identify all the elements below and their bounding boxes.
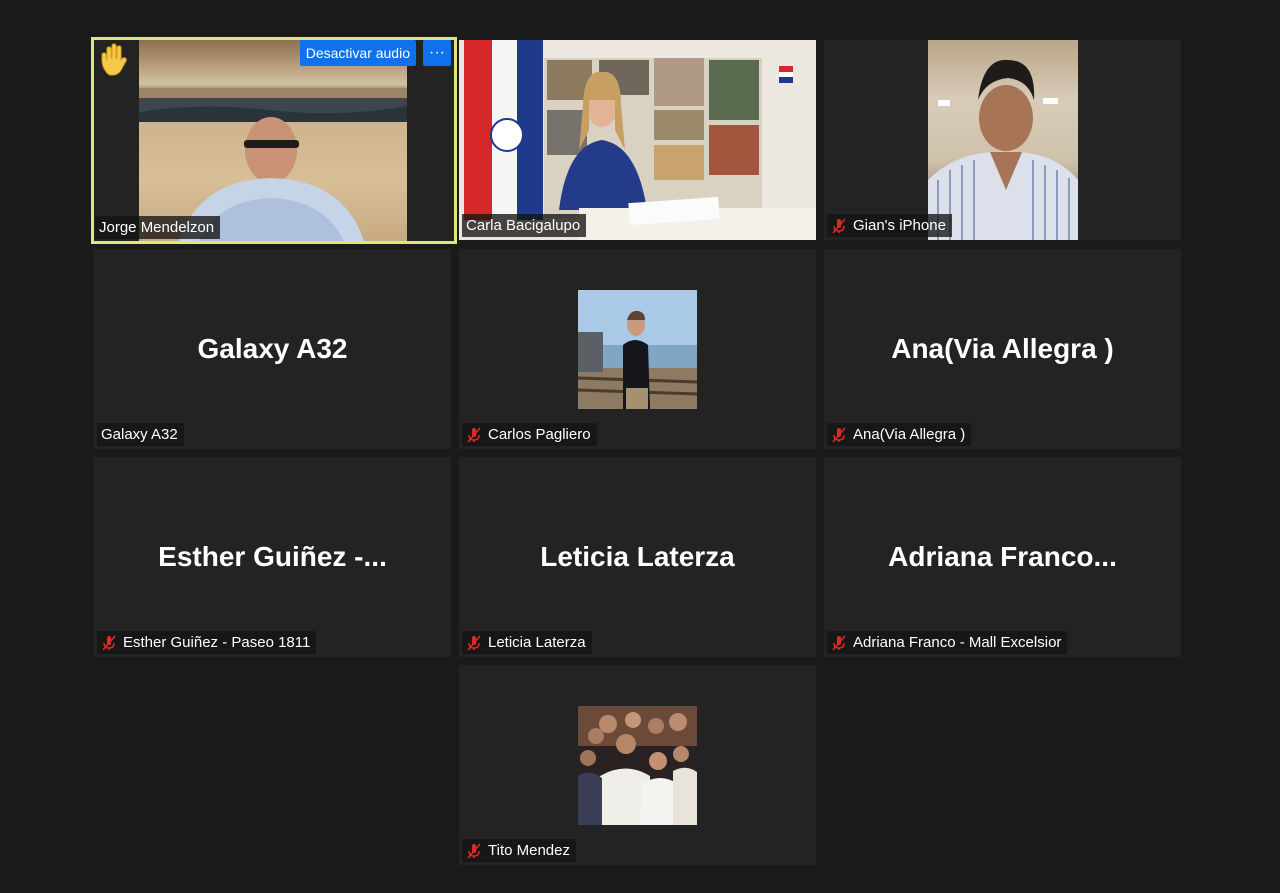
participant-name-tag: Carlos Pagliero xyxy=(462,423,597,446)
muted-mic-icon xyxy=(832,634,846,651)
participant-name-tag: Tito Mendez xyxy=(462,839,576,862)
participant-name: Ana(Via Allegra ) xyxy=(853,426,966,443)
participant-tile-ana-via-allegra[interactable]: Ana(Via Allegra ) Ana(Via Allegra ) xyxy=(824,249,1181,449)
participant-name: Gian's iPhone xyxy=(853,217,946,234)
muted-mic-icon xyxy=(832,426,846,443)
participant-name-tag: Ana(Via Allegra ) xyxy=(827,423,972,446)
participant-tile-adriana-franco[interactable]: Adriana Franco... Adriana Franco - Mall … xyxy=(824,457,1181,657)
muted-mic-icon xyxy=(467,842,481,859)
participant-name-tag: Leticia Laterza xyxy=(462,631,592,654)
muted-mic-icon xyxy=(102,634,116,651)
participant-name-tag: Adriana Franco - Mall Excelsior xyxy=(827,631,1068,654)
raised-hand-icon xyxy=(101,43,127,76)
participant-avatar xyxy=(578,706,697,825)
participant-name-tag: Jorge Mendelzon xyxy=(95,216,221,239)
participant-tile-carla-bacigalupo[interactable]: Carla Bacigalupo xyxy=(459,40,816,240)
participant-name: Tito Mendez xyxy=(488,842,570,859)
muted-mic-icon xyxy=(467,634,481,651)
participant-video xyxy=(459,40,816,240)
participant-name-tag: Esther Guiñez - Paseo 1811 xyxy=(97,631,317,654)
participant-name-tag: Galaxy A32 xyxy=(97,423,184,446)
muted-mic-icon xyxy=(467,426,481,443)
participant-name: Carlos Pagliero xyxy=(488,426,591,443)
participant-tile-esther-guinez[interactable]: Esther Guiñez -... Esther Guiñez - Paseo… xyxy=(94,457,451,657)
participant-video xyxy=(139,40,407,241)
participant-display-name: Adriana Franco... xyxy=(888,541,1117,572)
participant-display-name: Leticia Laterza xyxy=(540,541,735,572)
participant-video xyxy=(928,40,1078,240)
more-options-button[interactable]: ··· xyxy=(423,40,451,66)
participant-name-tag: Gian's iPhone xyxy=(827,214,952,237)
mute-participant-button[interactable]: Desactivar audio xyxy=(299,40,416,66)
participant-tile-leticia-laterza[interactable]: Leticia Laterza Leticia Laterza xyxy=(459,457,816,657)
participant-tile-jorge-mendelzon[interactable]: Desactivar audio ··· Jorge Mendelzon xyxy=(91,37,457,244)
participant-avatar xyxy=(578,290,697,409)
participant-name: Galaxy A32 xyxy=(101,426,178,443)
participant-tile-gians-iphone[interactable]: Gian's iPhone xyxy=(824,40,1181,240)
participant-name: Leticia Laterza xyxy=(488,634,586,651)
participant-name: Adriana Franco - Mall Excelsior xyxy=(853,634,1062,651)
participant-tile-tito-mendez[interactable]: Tito Mendez xyxy=(459,665,816,865)
participant-name: Carla Bacigalupo xyxy=(466,217,581,234)
participant-display-name: Ana(Via Allegra ) xyxy=(891,333,1114,364)
participant-tile-carlos-pagliero[interactable]: Carlos Pagliero xyxy=(459,249,816,449)
participant-tile-galaxy-a32[interactable]: Galaxy A32 Galaxy A32 xyxy=(94,249,451,449)
participant-name: Jorge Mendelzon xyxy=(99,219,215,236)
participant-name: Esther Guiñez - Paseo 1811 xyxy=(123,634,311,651)
muted-mic-icon xyxy=(832,217,846,234)
participant-display-name: Galaxy A32 xyxy=(197,333,348,364)
participant-display-name: Esther Guiñez -... xyxy=(158,541,387,572)
participant-name-tag: Carla Bacigalupo xyxy=(462,214,587,237)
